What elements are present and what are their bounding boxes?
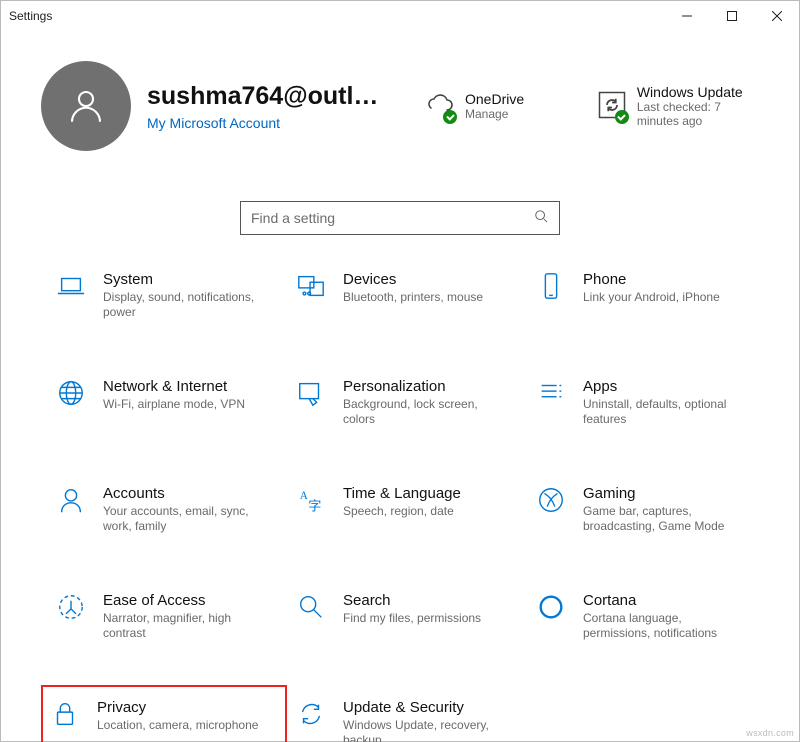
tile-title: Cortana [583, 592, 747, 609]
tile-personalization[interactable]: Personalization Background, lock screen,… [289, 372, 519, 433]
search-row [1, 161, 799, 265]
tile-sub: Wi-Fi, airplane mode, VPN [103, 397, 267, 412]
windows-update-sub: Last checked: 7 minutes ago [637, 100, 759, 128]
paintbrush-icon [295, 378, 327, 410]
window-controls [664, 2, 799, 31]
ease-of-access-icon [55, 592, 87, 624]
tile-update-security[interactable]: Update & Security Windows Update, recove… [289, 693, 519, 742]
tile-title: Devices [343, 271, 507, 288]
tile-ease-of-access[interactable]: Ease of Access Narrator, magnifier, high… [49, 586, 279, 647]
search-icon [533, 209, 549, 228]
tile-sub: Your accounts, email, sync, work, family [103, 504, 267, 534]
tile-network[interactable]: Network & Internet Wi-Fi, airplane mode,… [49, 372, 279, 433]
watermark: wsxdn.com [746, 728, 794, 738]
tile-sub: Background, lock screen, colors [343, 397, 507, 427]
tile-cortana[interactable]: Cortana Cortana language, permissions, n… [529, 586, 759, 647]
window-title: Settings [9, 9, 52, 23]
tile-title: Accounts [103, 485, 267, 502]
tile-title: Search [343, 592, 507, 609]
tile-devices[interactable]: Devices Bluetooth, printers, mouse [289, 265, 519, 326]
windows-update-text: Windows Update Last checked: 7 minutes a… [637, 84, 759, 128]
tile-phone[interactable]: Phone Link your Android, iPhone [529, 265, 759, 326]
person-icon [65, 85, 107, 127]
tile-search[interactable]: Search Find my files, permissions [289, 586, 519, 647]
tile-title: Update & Security [343, 699, 507, 716]
tile-sub: Narrator, magnifier, high contrast [103, 611, 267, 641]
account-block: sushma764@outl… My Microsoft Account [147, 82, 397, 131]
tile-sub: Game bar, captures, broadcasting, Game M… [583, 504, 747, 534]
laptop-icon [55, 271, 87, 303]
username: sushma764@outl… [147, 82, 397, 111]
refresh-icon [597, 90, 627, 122]
maximize-button[interactable] [709, 2, 754, 31]
time-language-icon: A字 [295, 485, 327, 517]
windows-update-title: Windows Update [637, 84, 759, 100]
apps-icon [535, 378, 567, 410]
phone-icon [535, 271, 567, 303]
onedrive-sub: Manage [465, 107, 524, 121]
accounts-icon [55, 485, 87, 517]
onedrive-title: OneDrive [465, 91, 524, 107]
sync-icon [295, 699, 327, 731]
tile-sub: Find my files, permissions [343, 611, 507, 626]
lock-icon [49, 699, 81, 731]
tile-title: Phone [583, 271, 747, 288]
tile-apps[interactable]: Apps Uninstall, defaults, optional featu… [529, 372, 759, 433]
tile-title: System [103, 271, 267, 288]
profile-row: sushma764@outl… My Microsoft Account One… [1, 31, 799, 161]
settings-grid: System Display, sound, notifications, po… [1, 265, 799, 742]
search-input[interactable] [251, 210, 533, 226]
tile-sub: Speech, region, date [343, 504, 507, 519]
titlebar: Settings [1, 1, 799, 31]
tile-title: Privacy [97, 699, 273, 716]
tile-title: Network & Internet [103, 378, 267, 395]
tile-title: Gaming [583, 485, 747, 502]
tile-title: Apps [583, 378, 747, 395]
tile-privacy[interactable]: Privacy Location, camera, microphone [41, 685, 287, 742]
cortana-icon [535, 592, 567, 624]
tile-sub: Display, sound, notifications, power [103, 290, 267, 320]
cloud-icon [423, 90, 455, 122]
tile-accounts[interactable]: Accounts Your accounts, email, sync, wor… [49, 479, 279, 540]
onedrive-text: OneDrive Manage [465, 91, 524, 121]
tile-sub: Uninstall, defaults, optional features [583, 397, 747, 427]
tile-time-language[interactable]: A字 Time & Language Speech, region, date [289, 479, 519, 540]
close-button[interactable] [754, 2, 799, 31]
tile-system[interactable]: System Display, sound, notifications, po… [49, 265, 279, 326]
globe-icon [55, 378, 87, 410]
search-box[interactable] [240, 201, 560, 235]
avatar[interactable] [41, 61, 131, 151]
account-link[interactable]: My Microsoft Account [147, 115, 397, 131]
tile-gaming[interactable]: Gaming Game bar, captures, broadcasting,… [529, 479, 759, 540]
devices-icon [295, 271, 327, 303]
tile-sub: Location, camera, microphone [97, 718, 273, 733]
tile-sub: Cortana language, permissions, notificat… [583, 611, 747, 641]
svg-text:字: 字 [308, 498, 321, 513]
tile-sub: Bluetooth, printers, mouse [343, 290, 507, 305]
tile-title: Personalization [343, 378, 507, 395]
tile-title: Ease of Access [103, 592, 267, 609]
onedrive-tile[interactable]: OneDrive Manage [423, 90, 571, 122]
windows-update-tile[interactable]: Windows Update Last checked: 7 minutes a… [597, 84, 759, 128]
tile-title: Time & Language [343, 485, 507, 502]
tile-sub: Link your Android, iPhone [583, 290, 747, 305]
search-tile-icon [295, 592, 327, 624]
minimize-button[interactable] [664, 2, 709, 31]
xbox-icon [535, 485, 567, 517]
tile-sub: Windows Update, recovery, backup [343, 718, 507, 742]
